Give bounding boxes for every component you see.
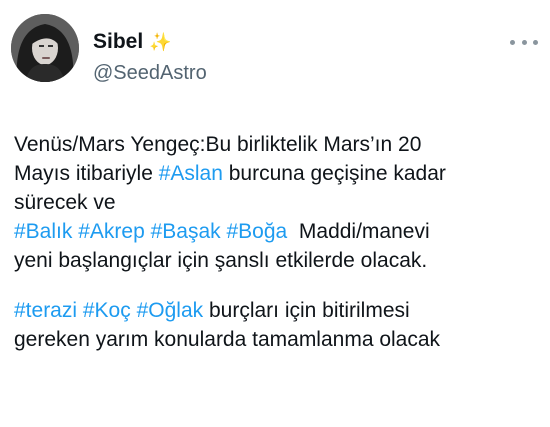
tweet-line: Mayıs itibariyle #Aslan burcuna geçişine… <box>14 159 544 188</box>
tweet-text-segment: Maddi/manevi <box>287 220 430 243</box>
more-horizontal-icon <box>521 39 527 45</box>
tweet-line: gereken yarım konularda tamamlanma olaca… <box>14 325 544 354</box>
tweet-line: #Balık #Akrep #Başak #Boğa Maddi/manevi <box>14 217 544 246</box>
tweet-line: sürecek ve <box>14 188 544 217</box>
avatar[interactable] <box>11 14 79 82</box>
tweet-text-segment: burçları için bitirilmesi <box>203 299 410 322</box>
user-info: Sibel ✨ @SeedAstro <box>93 30 207 84</box>
tweet-line: yeni başlangıçlar için şanslı etkilerde … <box>14 246 544 275</box>
display-name-text: Sibel <box>93 30 144 53</box>
tweet-card: Sibel ✨ @SeedAstro Venüs/Mars Yengeç:Bu … <box>0 0 550 427</box>
hashtag-oglak[interactable]: #Oğlak <box>137 299 204 322</box>
hashtag-koc[interactable]: #Koç <box>83 299 131 322</box>
tweet-text-segment: yeni başlangıçlar için şanslı etkilerde … <box>14 249 428 272</box>
sparkles-icon: ✨ <box>149 32 172 52</box>
tweet-text-segment: Venüs/Mars Yengeç:Bu birliktelik Mars’ın… <box>14 133 422 156</box>
tweet-text-segment: sürecek ve <box>14 191 116 214</box>
hashtag-balik[interactable]: #Balık <box>14 220 72 243</box>
hashtag-terazi[interactable]: #terazi <box>14 299 77 322</box>
more-horizontal-icon <box>510 39 515 45</box>
avatar-image <box>11 14 79 82</box>
tweet-text-segment: gereken yarım konularda tamamlanma olaca… <box>14 328 441 351</box>
tweet-line: Venüs/Mars Yengeç:Bu birliktelik Mars’ın… <box>14 130 544 159</box>
more-options-button[interactable] <box>510 34 538 50</box>
hashtag-basak[interactable]: #Başak <box>151 220 221 243</box>
hashtag-boga[interactable]: #Boğa <box>227 220 288 243</box>
more-horizontal-icon <box>533 39 538 45</box>
tweet-text-segment: Mayıs itibariyle <box>14 162 159 185</box>
tweet-text-segment: burcuna geçişine kadar <box>222 162 446 185</box>
tweet-line: #terazi #Koç #Oğlak burçları için bitiri… <box>14 296 544 325</box>
user-handle[interactable]: @SeedAstro <box>93 62 207 84</box>
tweet-text: Venüs/Mars Yengeç:Bu birliktelik Mars’ın… <box>14 130 544 354</box>
hashtag-aslan[interactable]: #Aslan <box>159 162 223 185</box>
display-name[interactable]: Sibel ✨ <box>93 30 207 54</box>
hashtag-akrep[interactable]: #Akrep <box>78 220 145 243</box>
